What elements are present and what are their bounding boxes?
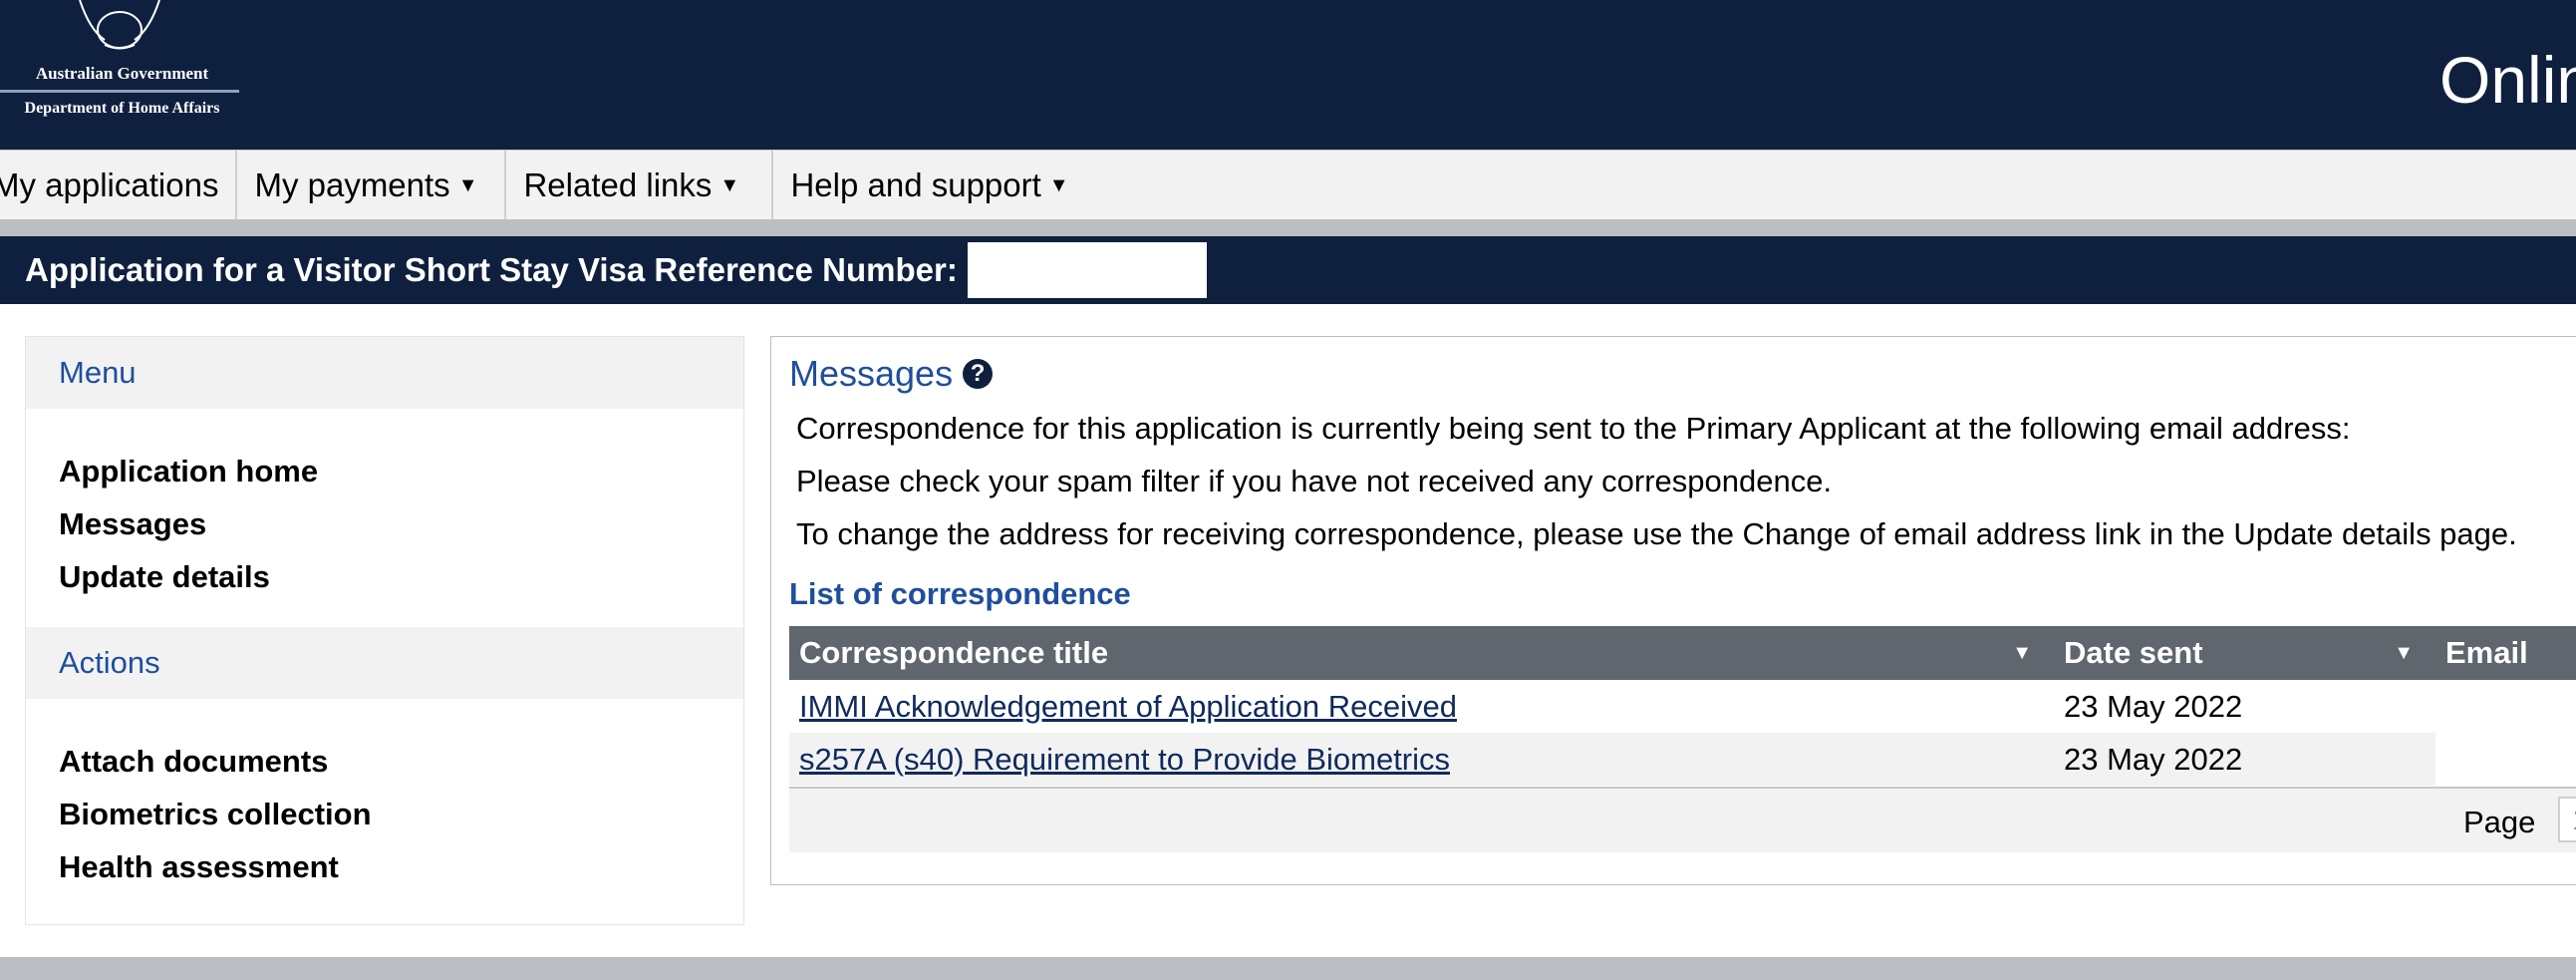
list-title: List of correspondence [789,576,1131,611]
sidebar-item-messages[interactable]: Messages [59,497,743,550]
sidebar-item-update-details[interactable]: Update details [59,550,743,603]
site-title: Onlin [2439,43,2576,117]
page-number-input[interactable]: 1 [2558,797,2576,842]
header-label: Date sent [2064,635,2203,670]
actions-heading: Actions [26,627,743,699]
sidebar-item-application-home[interactable]: Application home [59,445,743,497]
sort-icon[interactable]: ▼ [2012,642,2032,665]
column-header-title[interactable]: Correspondence title ▼ [789,626,2054,680]
nav-label: Help and support [790,166,1041,203]
column-header-email: Email [2435,626,2528,680]
nav-related-links[interactable]: Related links ▼ [506,151,774,220]
sidebar-item-biometrics-collection[interactable]: Biometrics collection [59,788,743,840]
nav-divider [0,219,2576,236]
caret-down-icon: ▼ [719,173,740,196]
correspondence-info: Correspondence for this application is c… [796,411,2351,446]
nav-label: My applications [0,166,219,203]
spam-filter-info: Please check your spam filter if you hav… [796,464,1833,498]
menu-heading: Menu [26,337,743,409]
sidebar-item-health-assessment[interactable]: Health assessment [59,840,743,893]
header-label: Correspondence title [799,635,1109,670]
footer-divider [0,957,2576,980]
change-address-info: To change the address for receiving corr… [796,516,2517,551]
nav-my-applications[interactable]: My applications [0,151,238,220]
logo-line-1: Australian Government [35,64,209,83]
messages-panel: Messages? Correspondence for this applic… [770,336,2576,885]
nav-help-and-support[interactable]: Help and support ▼ [773,151,1085,220]
logo-divider [0,90,239,93]
table-row: s257A (s40) Requirement to Provide Biome… [789,733,2576,786]
caret-down-icon: ▼ [1048,173,1069,196]
sidebar: Menu Application home Messages Update de… [25,336,744,925]
application-title: Application for a Visitor Short Stay Vis… [25,251,958,288]
government-logo[interactable]: Australian Government Department of Home… [0,0,244,130]
site-header: Australian Government Department of Home… [0,0,2576,150]
header-label: Email [2445,635,2528,670]
correspondence-link[interactable]: IMMI Acknowledgement of Application Rece… [799,689,1457,724]
main-nav: My applications My payments ▼ Related lin… [0,150,2576,220]
page-title: Messages? [789,353,994,395]
pagination: Page 1 [789,787,2576,852]
nav-my-payments[interactable]: My payments ▼ [237,151,507,220]
table-row: IMMI Acknowledgement of Application Rece… [789,680,2576,733]
messages-title: Messages [789,353,954,394]
logo-line-2: Department of Home Affairs [24,100,220,117]
help-icon[interactable]: ? [963,359,994,389]
column-header-date[interactable]: Date sent ▼ [2054,626,2435,680]
correspondence-table: Correspondence title ▼ Date sent ▼ Email I… [789,626,2576,786]
caret-down-icon: ▼ [457,173,478,196]
date-sent: 23 May 2022 [2054,733,2435,786]
page-label: Page [2463,805,2536,839]
coat-of-arms-icon [79,0,160,50]
correspondence-link[interactable]: s257A (s40) Requirement to Provide Biome… [799,742,1450,778]
sidebar-item-attach-documents[interactable]: Attach documents [59,735,743,788]
reference-number-redacted [967,242,1207,298]
nav-label: Related links [523,166,713,203]
application-title-bar: Application for a Visitor Short Stay Vis… [0,236,2576,304]
sort-icon[interactable]: ▼ [2394,642,2414,665]
date-sent: 23 May 2022 [2064,688,2243,724]
nav-label: My payments [254,166,450,203]
